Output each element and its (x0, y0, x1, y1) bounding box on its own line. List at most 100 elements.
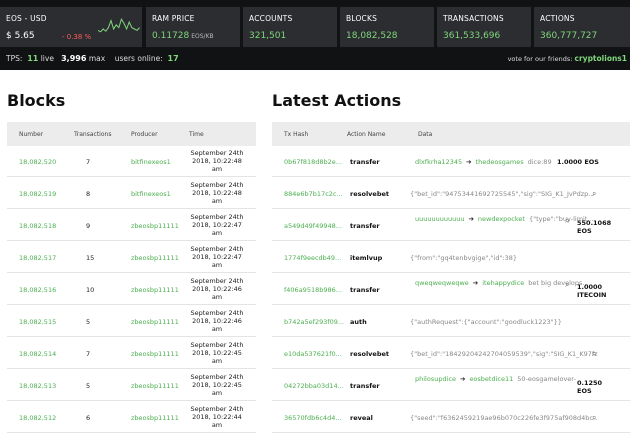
col-data: Data (418, 131, 433, 138)
block-tx-count: 5 (86, 382, 91, 390)
block-time-clock: 2018, 10:22:48 (192, 157, 242, 165)
blocks-tile[interactable]: BLOCKS 18,082,528 (340, 7, 434, 47)
block-number-link[interactable]: 18,082,520 (19, 158, 56, 166)
block-producer-link[interactable]: zbeosbp11111 (131, 254, 179, 262)
search-icon[interactable]: ⌕ (565, 216, 569, 226)
table-row[interactable]: 04272bba03d14... transfer philosupdice ➔ eos… (272, 370, 630, 401)
transfer-data: dlxfkrha12345 ➔ thedeosgames dice:89 (415, 158, 552, 166)
ram-price-tile[interactable]: RAM PRICE 0.11728 EOS/KB (146, 7, 240, 47)
transfer-data: qweqweqweqwe ➔ itehappydice bet big develop… (415, 279, 589, 287)
from-account-link[interactable]: uuuuuuuuuuuu (415, 215, 464, 223)
memo-text: dice:89 (527, 158, 552, 166)
block-time-ampm: am (211, 229, 223, 237)
block-number-link[interactable]: 18,082,518 (19, 222, 56, 230)
transfer-data: philosupdice ➔ eosbetdice11 50-eosgamelover… (415, 375, 576, 383)
table-row[interactable]: 18,082,512 6 zbeosbp11111 September 24th 201… (7, 402, 256, 433)
eos-price: $ 5.65 (6, 31, 35, 41)
block-time-clock: 2018, 10:22:44 (192, 413, 242, 421)
col-number: Number (19, 131, 44, 138)
col-transactions: Transactions (74, 131, 112, 138)
search-icon[interactable]: ⌕ (592, 349, 596, 359)
block-producer-link[interactable]: bitfinexeos1 (131, 190, 171, 198)
ram-price-value: 0.11728 EOS/KB (152, 31, 214, 41)
vote-friend-link[interactable]: cryptolions1 (575, 54, 627, 63)
block-number-link[interactable]: 18,082,513 (19, 382, 56, 390)
table-row[interactable]: 884e6b7b17c2c... resolvebet {"bet_id":"947… (272, 178, 630, 209)
accounts-label: ACCOUNTS (249, 14, 293, 23)
search-icon[interactable]: ⌕ (565, 280, 569, 290)
tx-hash-link[interactable]: 0b67f818d8b2e... (284, 158, 342, 166)
block-number-link[interactable]: 18,082,512 (19, 414, 56, 422)
table-row[interactable]: 18,082,520 7 bitfinexeos1 September 24th 201… (7, 146, 256, 177)
to-account-link[interactable]: itehappydice (482, 279, 524, 287)
block-tx-count: 7 (86, 158, 91, 166)
tx-hash-link[interactable]: 1774f9eecdb49... (284, 254, 341, 262)
blocks-title: Blocks (7, 91, 66, 110)
table-row[interactable]: 0b67f818d8b2e... transfer dlxfkrha12345 ➔ th… (272, 146, 630, 177)
amount-value: 1.0000 (577, 283, 603, 291)
table-row[interactable]: 18,082,513 5 zbeosbp11111 September 24th 201… (7, 370, 256, 401)
block-time-ampm: am (211, 325, 223, 333)
eos-usd-tile[interactable]: EOS - USD $ 5.65 - 0.38 % (0, 7, 142, 47)
block-time-ampm: am (211, 389, 223, 397)
amount: 550.1068 EOS (577, 219, 611, 235)
table-row[interactable]: 1774f9eecdb49... itemlvup {"from":"gq4tenb… (272, 242, 630, 273)
block-producer-link[interactable]: zbeosbp11111 (131, 318, 179, 326)
table-row[interactable]: a549d49f49948... transfer uuuuuuuuuuuu ➔ new… (272, 210, 630, 241)
tx-hash-link[interactable]: e10da537621f0... (284, 350, 342, 358)
table-row[interactable]: 18,082,514 7 zbeosbp11111 September 24th 201… (7, 338, 256, 369)
amount: 1.0000 ITECOIN (577, 283, 606, 299)
block-time: September 24th 2018, 10:22:47 am (182, 245, 252, 269)
block-producer-link[interactable]: zbeosbp11111 (131, 222, 179, 230)
col-tx-hash: Tx Hash (284, 131, 309, 138)
table-row[interactable]: 18,082,515 5 zbeosbp11111 September 24th 201… (7, 306, 256, 337)
tx-hash-link[interactable]: 884e6b7b17c2c... (284, 190, 343, 198)
search-icon[interactable]: ⌕ (592, 413, 596, 423)
tx-hash-link[interactable]: b742a5ef293f09... (284, 318, 344, 326)
table-row[interactable]: 18,082,516 10 zbeosbp11111 September 24th 20… (7, 274, 256, 305)
to-account-link[interactable]: thedeosgames (476, 158, 524, 166)
table-row[interactable]: 18,082,518 9 zbeosbp11111 September 24th 201… (7, 210, 256, 241)
transactions-label: TRANSACTIONS (443, 14, 504, 23)
search-icon[interactable]: ⌕ (592, 189, 596, 199)
block-producer-link[interactable]: zbeosbp11111 (131, 414, 179, 422)
block-time-clock: 2018, 10:22:46 (192, 317, 242, 325)
block-time: September 24th 2018, 10:22:44 am (182, 405, 252, 429)
table-row[interactable]: 18,082,519 8 bitfinexeos1 September 24th 201… (7, 178, 256, 209)
block-producer-link[interactable]: zbeosbp11111 (131, 382, 179, 390)
accounts-value: 321,501 (249, 31, 287, 41)
block-number-link[interactable]: 18,082,515 (19, 318, 56, 326)
table-row[interactable]: f406a9518b986... transfer qweqweqweqwe ➔ ite… (272, 274, 630, 305)
block-number-link[interactable]: 18,082,517 (19, 254, 56, 262)
block-number-link[interactable]: 18,082,519 (19, 190, 56, 198)
block-producer-link[interactable]: zbeosbp11111 (131, 286, 179, 294)
block-time: September 24th 2018, 10:22:45 am (182, 341, 252, 365)
eos-change: - 0.38 % (62, 33, 92, 41)
from-account-link[interactable]: qweqweqweqwe (415, 279, 469, 287)
block-time-date: September 24th (190, 405, 244, 413)
actions-tile[interactable]: ACTIONS 360,777,727 (534, 7, 630, 47)
block-number-link[interactable]: 18,082,516 (19, 286, 56, 294)
ram-price-label: RAM PRICE (152, 14, 195, 23)
tx-hash-link[interactable]: f406a9518b986... (284, 286, 342, 294)
accounts-tile[interactable]: ACCOUNTS 321,501 (243, 7, 337, 47)
tx-hash-link[interactable]: a549d49f49948... (284, 222, 342, 230)
block-producer-link[interactable]: bitfinexeos1 (131, 158, 171, 166)
action-name: transfer (350, 286, 380, 294)
block-time: September 24th 2018, 10:22:45 am (182, 373, 252, 397)
table-row[interactable]: 18,082,517 15 zbeosbp11111 September 24th 20… (7, 242, 256, 273)
tx-hash-link[interactable]: 04272bba03d14... (284, 382, 344, 390)
transactions-tile[interactable]: TRANSACTIONS 361,533,696 (437, 7, 531, 47)
from-account-link[interactable]: philosupdice (415, 375, 456, 383)
action-name: transfer (350, 382, 380, 390)
block-number-link[interactable]: 18,082,514 (19, 350, 56, 358)
tx-hash-link[interactable]: 36570fdb6c4d4... (284, 414, 342, 422)
to-account-link[interactable]: newdexpocket (478, 215, 525, 223)
table-row[interactable]: e10da537621f0... resolvebet {"bet_id":"184… (272, 338, 630, 369)
table-row[interactable]: 36570fdb6c4d4... reveal {"seed":"f63624592… (272, 402, 630, 433)
block-producer-link[interactable]: zbeosbp11111 (131, 350, 179, 358)
block-time-ampm: am (211, 261, 223, 269)
from-account-link[interactable]: dlxfkrha12345 (415, 158, 462, 166)
to-account-link[interactable]: eosbetdice11 (469, 375, 513, 383)
table-row[interactable]: b742a5ef293f09... auth {"authRequest":{"ac… (272, 306, 630, 337)
